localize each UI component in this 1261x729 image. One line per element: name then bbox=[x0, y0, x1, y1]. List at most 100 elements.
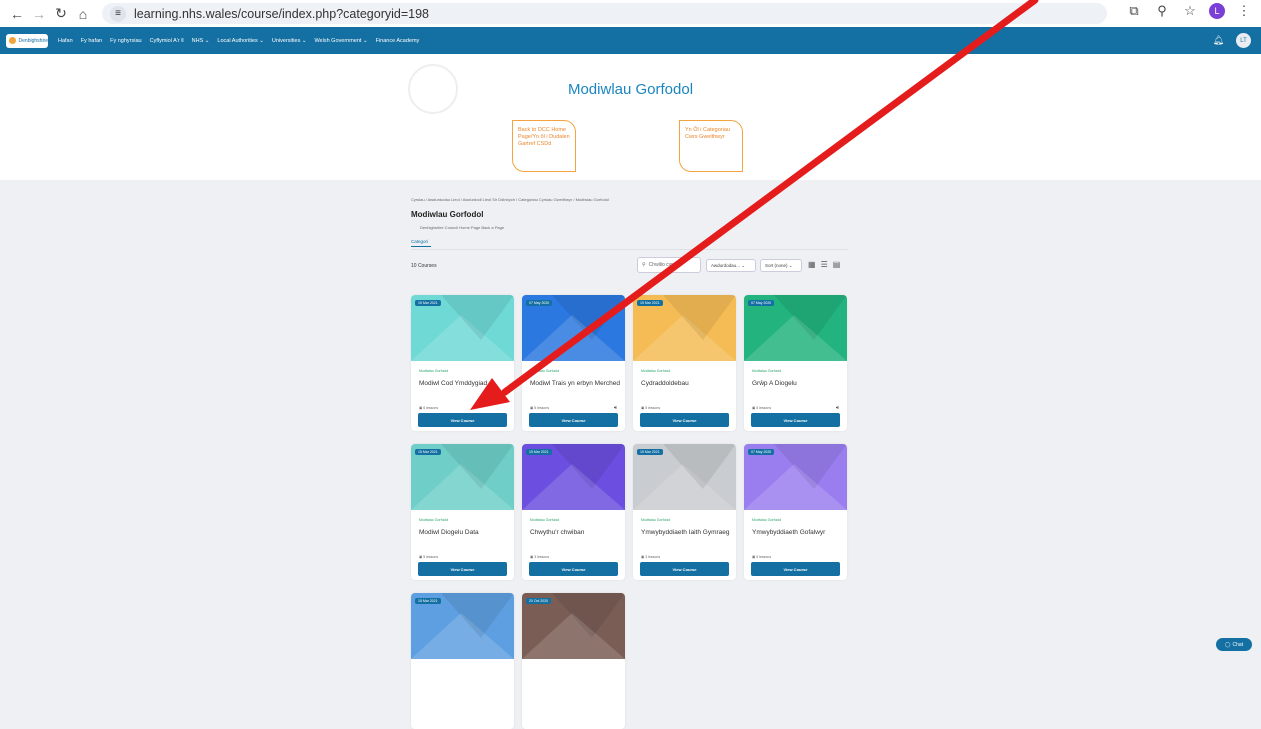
tab-categori[interactable]: Categori bbox=[411, 239, 428, 244]
reload-icon[interactable]: ↻ bbox=[50, 3, 72, 25]
audio-icon: 🔊︎ bbox=[835, 405, 839, 411]
breadcrumb[interactable]: Cyrsiau / Awdurdodau Lleol / Awdurdodi L… bbox=[411, 197, 609, 202]
back-icon[interactable]: ← bbox=[6, 3, 28, 25]
home-icon[interactable]: ⌂ bbox=[72, 3, 94, 25]
category-hero: Modiwlau Gorfodol Back to DCC Home Page/… bbox=[0, 54, 1261, 180]
authority-filter-select[interactable]: Awdurdodau... ⌄ bbox=[706, 259, 756, 272]
grid-view-icon[interactable]: ▦ bbox=[808, 260, 816, 269]
nav-link-cyflymiol[interactable]: Cyflymiol A'r ll bbox=[150, 38, 184, 44]
course-lessons: ▣ 5 lessons bbox=[419, 555, 438, 559]
course-title[interactable]: Cydraddoldebau bbox=[641, 379, 731, 388]
nav-link-welsh-government[interactable]: Welsh Government ⌄ bbox=[314, 38, 367, 44]
course-date-badge: 07 May 2020 bbox=[526, 300, 553, 306]
course-lessons: ▣ 3 lessons bbox=[641, 555, 660, 559]
back-to-home-button[interactable]: Back to DCC Home Page/Yn ôl i Dudalen Ga… bbox=[512, 120, 576, 172]
lessons-count: 3 lessons bbox=[534, 555, 550, 559]
view-course-button[interactable]: View Course bbox=[529, 562, 618, 576]
course-title[interactable]: Grŵp A Diogelu bbox=[752, 379, 842, 388]
notification-bell-icon[interactable]: 🔔︎ bbox=[1213, 35, 1224, 46]
course-date-badge: 15 Mar 2021 bbox=[637, 300, 663, 306]
category-description: Denbighshire Council Home Page Back a Pa… bbox=[420, 225, 505, 230]
page-title: Modiwlau Gorfodol bbox=[411, 210, 484, 219]
course-card[interactable]: 15 Mar 2021 Modiwlau Gorfodol Modiwl Dioge… bbox=[411, 444, 514, 580]
course-search-input[interactable]: ⚲ Chwilio cyrsiau bbox=[637, 257, 701, 273]
logo-text: Denbighshire bbox=[18, 37, 48, 44]
list-view-icon[interactable]: ☰ bbox=[821, 260, 828, 269]
view-course-button[interactable]: View Course bbox=[640, 562, 729, 576]
course-card[interactable]: 07 May 2020 Modiwlau Gorfodol Grŵp A Dioge… bbox=[744, 295, 847, 431]
view-course-button[interactable]: View Course bbox=[418, 413, 507, 427]
course-lessons: ▣ 5 lessons bbox=[530, 406, 549, 410]
course-thumbnail[interactable]: 15 Mar 2021 bbox=[411, 593, 514, 659]
course-card[interactable]: 15 Mar 2021 bbox=[411, 593, 514, 729]
nav-link-finance-academy[interactable]: Finance Academy bbox=[376, 38, 420, 44]
course-thumbnail[interactable]: 15 Mar 2021 bbox=[522, 444, 625, 510]
course-thumbnail[interactable]: 15 Mar 2021 bbox=[633, 295, 736, 361]
course-thumbnail[interactable]: 20 Oct 2020 bbox=[522, 593, 625, 659]
course-date-badge: 15 Mar 2021 bbox=[415, 449, 441, 455]
course-lessons: ▣ 5 lessons bbox=[752, 555, 771, 559]
back-to-categories-button[interactable]: Yn Ôl i Categoriau Cwrs Gweithwyr bbox=[679, 120, 743, 172]
course-card[interactable]: 20 Oct 2020 bbox=[522, 593, 625, 729]
course-card[interactable]: 15 Mar 2021 Modiwlau Gorfodol Chwythu'r ch… bbox=[522, 444, 625, 580]
course-thumbnail[interactable]: 07 May 2020 bbox=[522, 295, 625, 361]
course-card[interactable]: 07 May 2020 Modiwlau Gorfodol Ymwybyddiaet… bbox=[744, 444, 847, 580]
translate-icon[interactable]: ⧉ bbox=[1125, 3, 1143, 19]
sort-select[interactable]: Sort (none) ⌄ bbox=[760, 259, 802, 272]
course-card[interactable]: 07 May 2020 Modiwlau Gorfodol Modiwl Trais… bbox=[522, 295, 625, 431]
course-category: Modiwlau Gorfodol bbox=[641, 518, 671, 522]
nav-links: Hafan Fy hafan Fy nghyrsiau Cyflymiol A'… bbox=[58, 38, 419, 44]
view-course-button[interactable]: View Course bbox=[751, 562, 840, 576]
course-lessons: ▣ 5 lessons bbox=[752, 406, 771, 410]
view-course-button[interactable]: View Course bbox=[751, 413, 840, 427]
course-lessons: ▣ 6 lessons bbox=[419, 406, 438, 410]
site-navbar: Denbighshire Hafan Fy hafan Fy nghyrsiau… bbox=[0, 27, 1261, 54]
course-thumbnail[interactable]: 15 Mar 2021 bbox=[411, 444, 514, 510]
course-date-badge: 15 Mar 2021 bbox=[415, 300, 441, 306]
lessons-count: 5 lessons bbox=[423, 555, 439, 559]
address-bar[interactable]: ≡ learning.nhs.wales/course/index.php?ca… bbox=[102, 3, 1107, 24]
logo-mark-icon bbox=[9, 37, 16, 44]
zoom-icon[interactable]: ⚲ bbox=[1153, 3, 1171, 19]
course-lessons: ▣ 3 lessons bbox=[530, 555, 549, 559]
forward-icon[interactable]: → bbox=[28, 3, 50, 25]
summary-view-icon[interactable]: ▤ bbox=[833, 260, 841, 269]
course-title[interactable]: Modiwl Diogelu Data bbox=[419, 528, 509, 537]
profile-avatar[interactable]: L bbox=[1209, 3, 1225, 19]
view-course-button[interactable]: View Course bbox=[640, 413, 729, 427]
search-icon: ⚲ bbox=[642, 262, 646, 268]
course-thumbnail[interactable]: 07 May 2020 bbox=[744, 295, 847, 361]
nav-link-fy-hafan[interactable]: Fy hafan bbox=[81, 38, 102, 44]
course-card[interactable]: 15 Mar 2021 Modiwlau Gorfodol Cydraddoldeb… bbox=[633, 295, 736, 431]
user-avatar[interactable]: LT bbox=[1236, 33, 1251, 48]
course-card[interactable]: 15 Mar 2021 Modiwlau Gorfodol Ymwybyddiaet… bbox=[633, 444, 736, 580]
chat-label: Chat bbox=[1232, 641, 1244, 648]
browser-toolbar: ← → ↻ ⌂ ≡ learning.nhs.wales/course/inde… bbox=[0, 0, 1261, 27]
lessons-count: 6 lessons bbox=[423, 406, 439, 410]
course-card[interactable]: 15 Mar 2021 Modiwlau Gorfodol Modiwl Cod Y… bbox=[411, 295, 514, 431]
course-thumbnail[interactable]: 15 Mar 2021 bbox=[633, 444, 736, 510]
course-category: Modiwlau Gorfodol bbox=[419, 369, 449, 373]
nav-link-hafan[interactable]: Hafan bbox=[58, 38, 73, 44]
bookmark-star-icon[interactable]: ☆ bbox=[1181, 3, 1199, 19]
view-course-button[interactable]: View Course bbox=[529, 413, 618, 427]
course-title[interactable]: Modiwl Trais yn erbyn Merched bbox=[530, 379, 620, 388]
site-info-icon[interactable]: ≡ bbox=[110, 5, 126, 22]
view-course-button[interactable]: View Course bbox=[418, 562, 507, 576]
url-text[interactable]: learning.nhs.wales/course/index.php?cate… bbox=[134, 7, 429, 21]
course-title[interactable]: Modiwl Cod Ymddygiad bbox=[419, 379, 509, 388]
course-date-badge: 15 Mar 2021 bbox=[415, 598, 441, 604]
course-title[interactable]: Chwythu'r chwiban bbox=[530, 528, 620, 537]
nav-link-fy-nghyrsiau[interactable]: Fy nghyrsiau bbox=[110, 38, 142, 44]
nav-link-nhs[interactable]: NHS ⌄ bbox=[192, 38, 210, 44]
course-thumbnail[interactable]: 15 Mar 2021 bbox=[411, 295, 514, 361]
menu-kebab-icon[interactable]: ⋮ bbox=[1235, 3, 1253, 19]
nav-link-local-authorities[interactable]: Local Authorities ⌄ bbox=[217, 38, 264, 44]
course-title[interactable]: Ymwybyddiaeth Iaith Gymraeg bbox=[641, 528, 731, 537]
lessons-count: 3 lessons bbox=[645, 555, 661, 559]
course-title[interactable]: Ymwybyddiaeth Gofalwyr bbox=[752, 528, 842, 537]
site-logo[interactable]: Denbighshire bbox=[6, 33, 48, 48]
course-thumbnail[interactable]: 07 May 2020 bbox=[744, 444, 847, 510]
chat-button[interactable]: ◯ Chat bbox=[1216, 638, 1252, 651]
nav-link-universities[interactable]: Universities ⌄ bbox=[272, 38, 307, 44]
